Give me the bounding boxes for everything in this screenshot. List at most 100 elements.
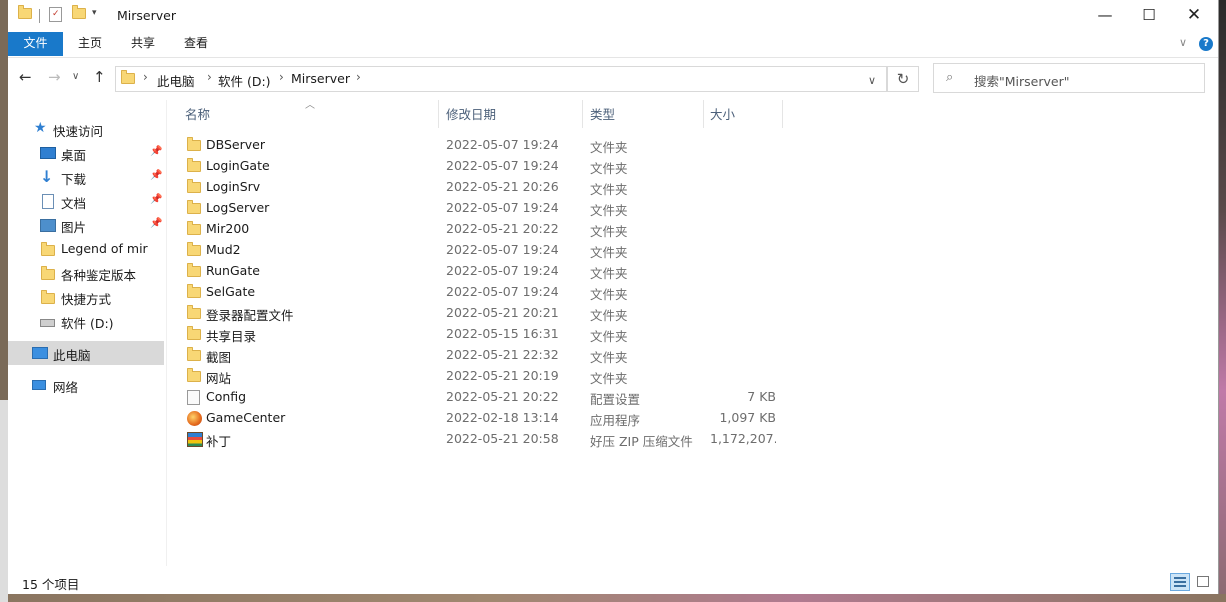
column-separator[interactable] [703,100,704,128]
folder-icon [187,221,203,236]
file-row[interactable]: 截图 2022-05-21 22:32 文件夹 [184,344,784,365]
recent-locations-icon[interactable]: ∨ [72,71,79,82]
sidebar-item-quick-access[interactable]: ★ 快速访问 [8,117,164,141]
file-row[interactable]: LoginSrv 2022-05-21 20:26 文件夹 [184,176,784,197]
up-button[interactable]: ↑ [93,68,106,86]
file-type: 文件夹 [590,140,628,155]
maximize-button[interactable]: ☐ [1126,0,1172,32]
minimize-button[interactable]: — [1082,0,1128,32]
details-view-button[interactable] [1170,573,1190,591]
file-date: 2022-05-21 22:32 [446,347,559,362]
file-row[interactable]: LoginGate 2022-05-07 19:24 文件夹 [184,155,784,176]
explorer-window: ✓ ▾ Mirserver — ☐ ✕ 文件 主页 共享 查看 ∨ ? ← → … [8,0,1219,594]
sidebar-item-legend-of-mir[interactable]: Legend of mir [8,237,164,261]
sidebar-item-pictures[interactable]: 图片 📌 [8,213,164,237]
file-row[interactable]: 登录器配置文件 2022-05-21 20:21 文件夹 [184,302,784,323]
file-row[interactable]: GameCenter 2022-02-18 13:14 应用程序 1,097 KB [184,407,784,428]
file-size: 7 KB [747,389,776,404]
file-row[interactable]: RunGate 2022-05-07 19:24 文件夹 [184,260,784,281]
customize-quick-access-icon[interactable]: ▾ [92,8,97,18]
column-header-name[interactable]: 名称 [185,104,210,128]
file-row[interactable]: SelGate 2022-05-07 19:24 文件夹 [184,281,784,302]
chevron-right-icon[interactable]: › [207,70,212,84]
file-row[interactable]: Mud2 2022-05-07 19:24 文件夹 [184,239,784,260]
file-row[interactable]: 网站 2022-05-21 20:19 文件夹 [184,365,784,386]
sidebar-item-label: Legend of mir [61,241,148,256]
refresh-button[interactable]: ↻ [887,66,919,92]
sidebar-item-documents[interactable]: 文档 📌 [8,189,164,213]
breadcrumb-this-pc[interactable]: 此电脑 [157,71,195,90]
navigation-bar: ← → ∨ ↑ › 此电脑 › 软件 (D:) › Mirserver › ∨ … [8,58,1218,98]
tab-share[interactable]: 共享 [123,32,163,56]
pane-divider[interactable] [166,100,167,566]
forward-button[interactable]: → [48,68,61,86]
column-separator[interactable] [438,100,439,128]
column-separator[interactable] [582,100,583,128]
column-separator[interactable] [782,100,783,128]
file-name: GameCenter [206,410,286,425]
breadcrumb-mirserver[interactable]: Mirserver [291,71,350,86]
config-file-icon [187,390,203,405]
file-type: 文件夹 [590,308,628,323]
file-date: 2022-05-07 19:24 [446,200,559,215]
file-row[interactable]: Mir200 2022-05-21 20:22 文件夹 [184,218,784,239]
file-row[interactable]: 补丁 2022-05-21 20:58 好压 ZIP 压缩文件 1,172,207..… [184,428,784,449]
file-date: 2022-05-15 16:31 [446,326,559,341]
sidebar-item-this-pc[interactable]: 此电脑 [8,341,164,365]
sidebar-item-downloads[interactable]: ↓ 下载 📌 [8,165,164,189]
large-icons-view-button[interactable] [1194,573,1214,591]
help-icon[interactable]: ? [1199,37,1213,51]
file-date: 2022-05-21 20:58 [446,431,559,446]
sidebar-item-versions[interactable]: 各种鉴定版本 [8,261,164,285]
sidebar-item-network[interactable]: 网络 [8,373,164,397]
application-icon [187,411,203,426]
sort-ascending-icon: ︿ [305,100,315,111]
file-type: 文件夹 [590,182,628,197]
download-icon: ↓ [40,167,54,186]
file-row[interactable]: LogServer 2022-05-07 19:24 文件夹 [184,197,784,218]
pin-icon[interactable]: 📌 [150,194,162,205]
file-type: 应用程序 [590,413,641,428]
sidebar-item-desktop[interactable]: 桌面 📌 [8,141,164,165]
file-type: 文件夹 [590,371,628,386]
search-input[interactable]: 搜索"Mirserver" [974,71,1069,90]
column-header-date[interactable]: 修改日期 [446,104,496,128]
back-button[interactable]: ← [19,68,32,86]
column-header-size[interactable]: 大小 [710,104,735,128]
address-dropdown-icon[interactable]: ∨ [868,74,876,87]
chevron-right-icon[interactable]: › [143,70,148,84]
pin-icon[interactable]: 📌 [150,218,162,229]
file-type: 文件夹 [590,203,628,218]
address-bar[interactable]: › 此电脑 › 软件 (D:) › Mirserver › ∨ [115,66,887,92]
file-type: 配置设置 [590,392,641,407]
sidebar-item-label: 各种鉴定版本 [61,268,137,283]
file-type: 好压 ZIP 压缩文件 [590,434,693,449]
tab-view[interactable]: 查看 [176,32,216,56]
navigation-pane: ★ 快速访问 桌面 📌 ↓ 下载 📌 文档 📌 图片 📌 Legend of m… [8,100,166,566]
file-name: Mud2 [206,242,241,257]
folder-icon [121,70,135,87]
sidebar-item-shortcuts[interactable]: 快捷方式 [8,285,164,309]
file-row[interactable]: 共享目录 2022-05-15 16:31 文件夹 [184,323,784,344]
title-separator [39,9,40,23]
file-row[interactable]: Config 2022-05-21 20:22 配置设置 7 KB [184,386,784,407]
file-row[interactable]: DBServer 2022-05-07 19:24 文件夹 [184,134,784,155]
pin-icon[interactable]: 📌 [150,170,162,181]
close-button[interactable]: ✕ [1171,0,1217,32]
tab-file[interactable]: 文件 [8,32,63,56]
file-date: 2022-05-21 20:22 [446,389,559,404]
properties-icon[interactable]: ✓ [49,7,62,22]
search-box[interactable]: ⌕ 搜索"Mirserver" [933,63,1205,93]
chevron-right-icon[interactable]: › [279,70,284,84]
new-folder-icon[interactable] [72,5,86,22]
chevron-right-icon[interactable]: › [356,70,361,84]
file-type: 文件夹 [590,245,628,260]
pin-icon[interactable]: 📌 [150,146,162,157]
breadcrumb-drive[interactable]: 软件 (D:) [218,71,271,90]
file-name: 登录器配置文件 [206,308,294,323]
column-header-type[interactable]: 类型 [590,104,615,128]
file-size: 1,097 KB [719,410,776,425]
sidebar-item-drive-d[interactable]: 软件 (D:) [8,309,164,333]
expand-ribbon-icon[interactable]: ∨ [1179,36,1187,49]
tab-home[interactable]: 主页 [70,32,110,56]
